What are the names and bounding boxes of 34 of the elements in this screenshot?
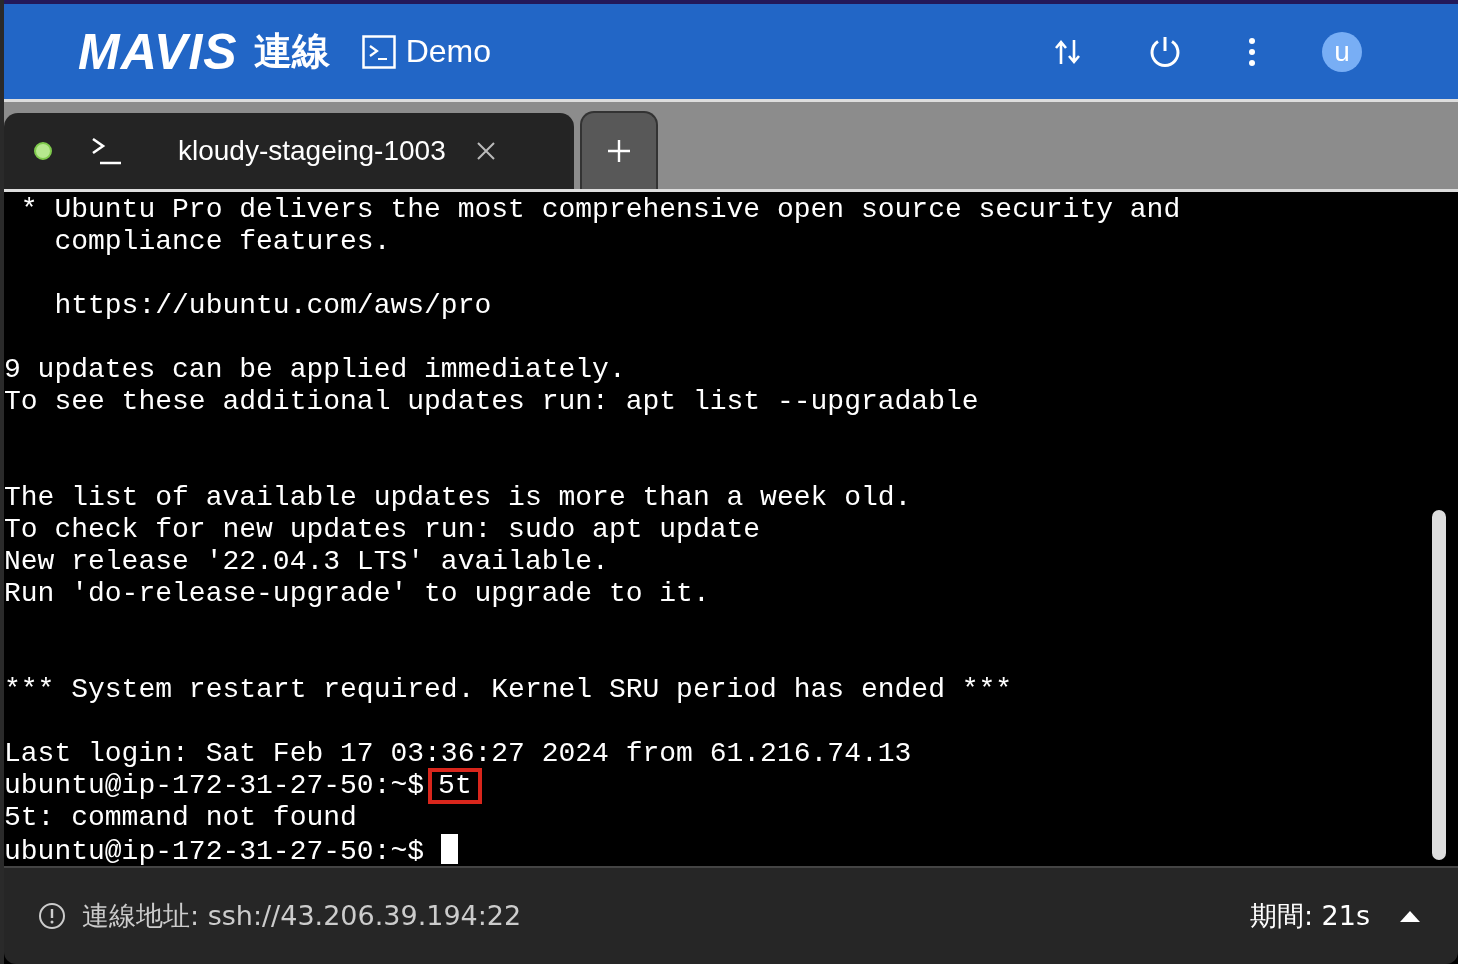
- session-tab[interactable]: kloudy-stageing-1003: [4, 113, 574, 189]
- terminal-line: 5t: command not found: [4, 802, 358, 834]
- terminal-icon: [361, 34, 396, 69]
- terminal-line: Run 'do-release-upgrade' to upgrade to it.: [4, 578, 711, 610]
- connection-address: 連線地址: ssh://43.206.39.194:22: [82, 899, 522, 933]
- workspace-name: Demo: [405, 33, 491, 70]
- typed-command: 5t: [428, 768, 482, 804]
- scrollbar-thumb[interactable]: [1432, 510, 1446, 860]
- power-icon[interactable]: [1148, 34, 1182, 69]
- up-down-arrows-icon[interactable]: [1054, 38, 1082, 65]
- shell-prompt: ubuntu@ip-172-31-27-50:~$: [4, 770, 425, 801]
- tab-label: kloudy-stageing-1003: [178, 135, 446, 167]
- logo-text: MAVIS: [78, 22, 238, 81]
- terminal-line: To see these additional updates run: apt list --upgradable: [4, 386, 980, 418]
- terminal-line: * Ubuntu Pro delivers the most comprehensive open source security and: [19, 194, 1182, 226]
- terminal-line: compliance features.: [53, 226, 392, 258]
- terminal-line: *** System restart required. Kernel SRU period has ended ***: [4, 674, 1014, 706]
- prompt-icon: [90, 136, 124, 166]
- terminal-line: 9 updates can be applied immediately.: [4, 354, 627, 386]
- terminal-line: Last login: Sat Feb 17 03:36:27 2024 from 61.216.74.13: [4, 738, 913, 770]
- shell-prompt: ubuntu@ip-172-31-27-50:~$: [4, 836, 425, 867]
- text-cursor: [441, 834, 459, 864]
- logo-suffix: 連線: [253, 28, 330, 75]
- more-options-icon[interactable]: [1248, 36, 1256, 67]
- terminal-line: To check for new updates run: sudo apt update: [4, 514, 762, 546]
- close-icon[interactable]: [475, 141, 496, 161]
- terminal-line: https://ubuntu.com/aws/pro: [53, 290, 493, 322]
- plus-icon: [607, 139, 631, 163]
- expand-caret-icon[interactable]: [1400, 910, 1420, 922]
- terminal-line: The list of available updates is more than a week old.: [4, 482, 913, 514]
- terminal-line: New release '22.04.3 LTS' available.: [4, 546, 610, 578]
- new-tab-button[interactable]: [580, 111, 658, 189]
- info-icon: [38, 902, 66, 930]
- session-duration: 期間: 21s: [1249, 899, 1370, 933]
